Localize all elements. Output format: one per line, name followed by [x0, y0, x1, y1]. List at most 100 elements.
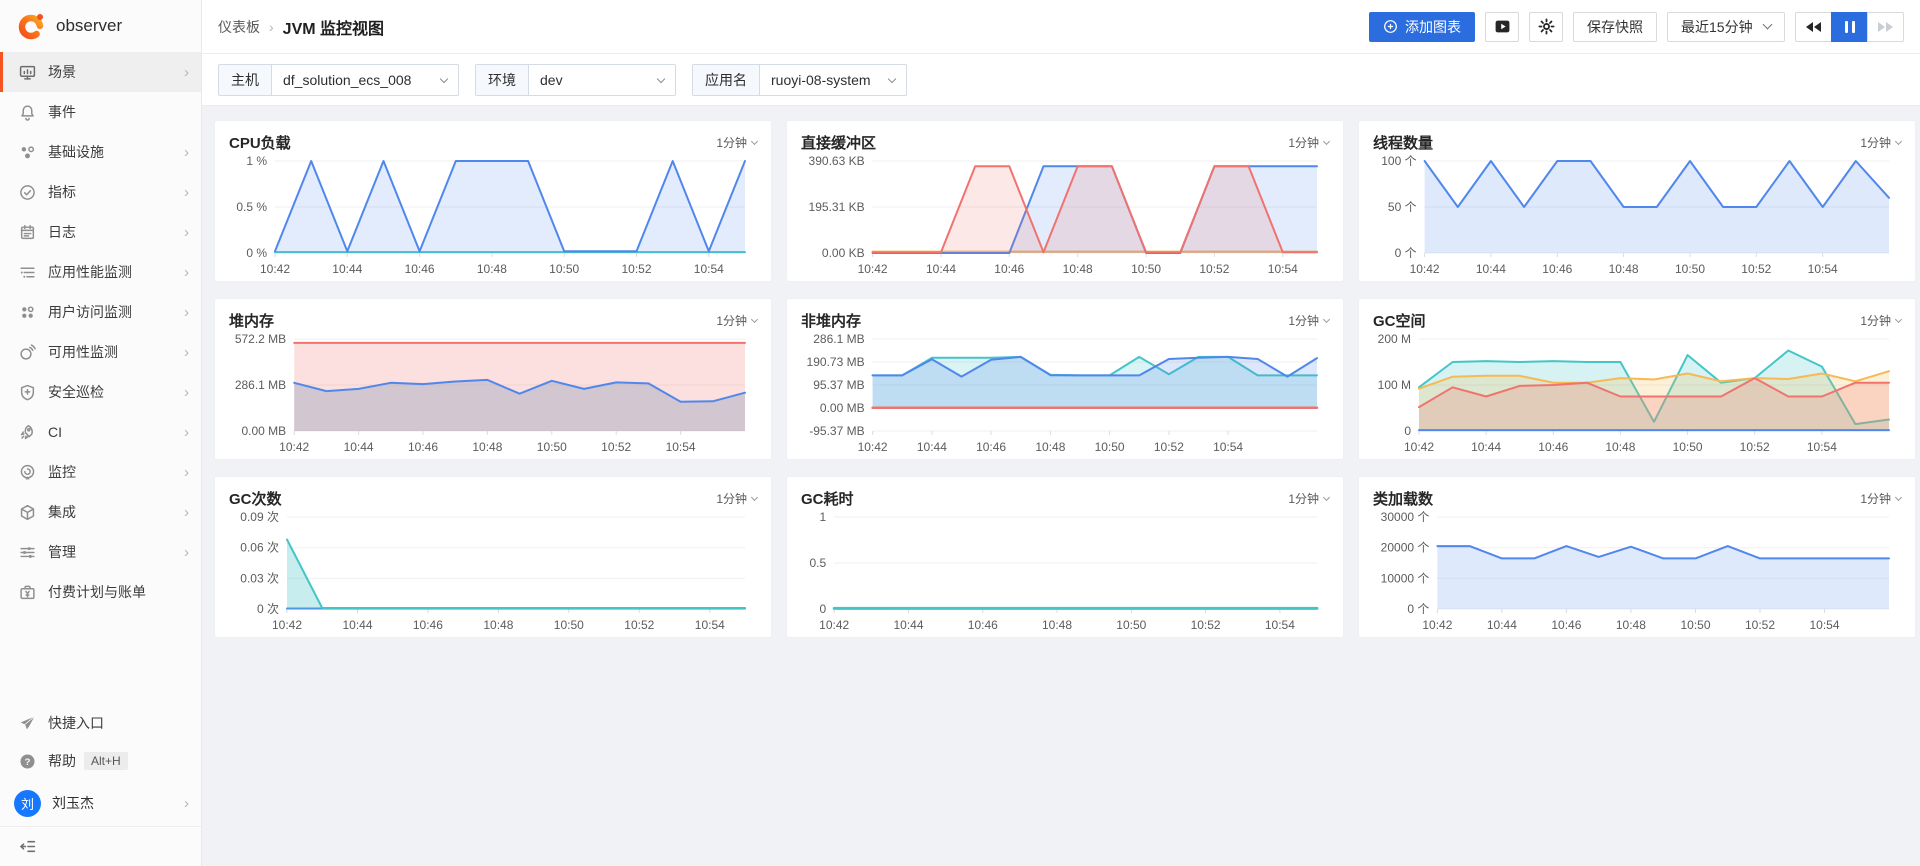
chart-interval-dropdown[interactable]: 1分钟 [1288, 312, 1329, 329]
chevron-down-icon [751, 493, 758, 500]
forward-icon [1878, 22, 1885, 32]
collapse-sidebar-button[interactable] [0, 826, 201, 866]
sidebar: observer 场景›事件基础设施›指标›日志›应用性能监测›用户访问监测›可… [0, 0, 202, 866]
chart-card-heap-memory: 堆内存1分钟572.2 MB286.1 MB0.00 MB10:4210:441… [214, 298, 772, 460]
rewind-button[interactable] [1795, 12, 1832, 42]
svg-text:95.37 MB: 95.37 MB [813, 378, 864, 392]
chart-interval-dropdown[interactable]: 1分钟 [1860, 490, 1901, 507]
chart-interval-dropdown[interactable]: 1分钟 [716, 312, 757, 329]
presentation-mode-button[interactable] [1485, 12, 1519, 42]
chart-interval-dropdown[interactable]: 1分钟 [716, 134, 757, 151]
chart-card-header: 类加载数1分钟 [1373, 486, 1901, 510]
sidebar-item-rum[interactable]: 用户访问监测› [0, 292, 201, 332]
sidebar-item-integrations[interactable]: 集成› [0, 492, 201, 532]
svg-text:0.5: 0.5 [810, 556, 827, 570]
video-play-icon [1494, 18, 1511, 35]
chart-plot-class-loaded[interactable]: 30000 个20000 个10000 个0 个10:4210:4410:461… [1373, 510, 1901, 636]
sidebar-item-apm[interactable]: 应用性能监测› [0, 252, 201, 292]
chart-plot-thread-count[interactable]: 100 个50 个0 个10:4210:4410:4610:4810:5010:… [1373, 154, 1901, 280]
pause-button[interactable] [1831, 12, 1868, 42]
chart-interval-dropdown[interactable]: 1分钟 [1860, 312, 1901, 329]
filter-select[interactable]: df_solution_ecs_008 [272, 65, 458, 95]
chart-card-gc-count: GC次数 1分钟 0.09 次0.06 次0.03 次0 次10:4210:4410… [214, 476, 772, 638]
svg-text:0 个: 0 个 [1395, 246, 1417, 260]
forward-button[interactable] [1867, 12, 1904, 42]
sidebar-item-infrastructure[interactable]: 基础设施› [0, 132, 201, 172]
chart-title: GC次数 [229, 488, 282, 509]
save-snapshot-button[interactable]: 保存快照 [1573, 12, 1657, 42]
breadcrumb-dashboards[interactable]: 仪表板 [218, 17, 260, 37]
sidebar-item-scenes[interactable]: 场景› [0, 52, 201, 92]
rewind-icon [1806, 22, 1813, 32]
chevron-right-icon: › [184, 465, 189, 480]
integrations-icon [19, 504, 36, 521]
chart-card-class-loaded: 类加载数1分钟30000 个20000 个10000 个0 个10:4210:4… [1358, 476, 1916, 638]
settings-button[interactable] [1529, 12, 1563, 42]
chart-plot-direct-buffer[interactable]: 390.63 KB195.31 KB0.00 KB10:4210:4410:46… [801, 154, 1329, 280]
chart-title: 直接缓冲区 [801, 132, 876, 153]
svg-text:10:46: 10:46 [1551, 618, 1581, 632]
time-range-dropdown[interactable]: 最近15分钟 [1667, 12, 1785, 42]
chart-grid: CPU负载1分钟1 %0.5 %0 %10:4210:4410:4610:481… [214, 120, 1908, 638]
chart-card-thread-count: 线程数量1分钟100 个50 个0 个10:4210:4410:4610:481… [1358, 120, 1916, 282]
sidebar-item-management[interactable]: 管理› [0, 532, 201, 572]
chart-card-cpu-load: CPU负载1分钟1 %0.5 %0 %10:4210:4410:4610:481… [214, 120, 772, 282]
sidebar-item-metrics[interactable]: 指标› [0, 172, 201, 212]
chart-card-gc-time: GC耗时1分钟10.5010:4210:4410:4610:4810:5010:… [786, 476, 1344, 638]
chart-interval-dropdown[interactable]: 1分钟 [1288, 134, 1329, 151]
chart-card-gc-space: GC空间1分钟200 M100 M010:4210:4410:4610:4810… [1358, 298, 1916, 460]
chevron-down-icon [1323, 315, 1330, 322]
chart-plot-gc-count[interactable]: 0.09 次0.06 次0.03 次0 次10:4210:4410:4610:4… [229, 510, 757, 636]
rum-icon [19, 304, 36, 321]
management-icon [19, 544, 36, 561]
chevron-down-icon [751, 315, 758, 322]
svg-text:10:44: 10:44 [1471, 440, 1501, 454]
sidebar-item-billing[interactable]: 付费计划与账单 [0, 572, 201, 612]
chevron-right-icon: › [184, 185, 189, 200]
chart-plot-gc-time[interactable]: 10.5010:4210:4410:4610:4810:5010:5210:54 [801, 510, 1329, 636]
svg-text:10:50: 10:50 [1680, 618, 1710, 632]
sidebar-item-events[interactable]: 事件 [0, 92, 201, 132]
svg-text:10:44: 10:44 [344, 440, 374, 454]
filter-select[interactable]: dev [529, 65, 675, 95]
svg-text:10:42: 10:42 [858, 262, 888, 276]
chevron-right-icon: › [184, 505, 189, 520]
chart-plot-cpu-load[interactable]: 1 %0.5 %0 %10:4210:4410:4610:4810:5010:5… [229, 154, 757, 280]
filter-select[interactable]: ruoyi-08-system [760, 65, 906, 95]
topbar: 仪表板 › JVM 监控视图 添加图表 [202, 0, 1920, 54]
sidebar-footer-help[interactable]: ?帮助Alt+H [0, 742, 201, 780]
chart-interval-dropdown[interactable]: 1分钟 [716, 490, 757, 507]
sidebar-item-availability[interactable]: 可用性监测› [0, 332, 201, 372]
chevron-right-icon: › [184, 345, 189, 360]
svg-text:10:50: 10:50 [1675, 262, 1705, 276]
sidebar-item-ci[interactable]: CI› [0, 412, 201, 452]
chart-interval-dropdown[interactable]: 1分钟 [1860, 134, 1901, 151]
filter-label: 主机 [219, 65, 272, 95]
user-menu[interactable]: 刘 刘玉杰 › [0, 780, 201, 826]
filter-value: ruoyi-08-system [771, 72, 871, 88]
svg-text:10:50: 10:50 [537, 440, 567, 454]
billing-icon [19, 584, 36, 601]
circle-plus-icon [1383, 19, 1398, 34]
chart-plot-non-heap-memory[interactable]: 286.1 MB190.73 MB95.37 MB0.00 MB-95.37 M… [801, 332, 1329, 458]
sidebar-item-security[interactable]: 安全巡检› [0, 372, 201, 412]
sidebar-item-monitoring[interactable]: 监控› [0, 452, 201, 492]
chart-plot-heap-memory[interactable]: 572.2 MB286.1 MB0.00 MB10:4210:4410:4610… [229, 332, 757, 458]
chevron-right-icon: › [184, 65, 189, 80]
svg-text:200 M: 200 M [1378, 332, 1411, 346]
svg-text:10:48: 10:48 [477, 262, 507, 276]
chart-interval-dropdown[interactable]: 1分钟 [1288, 490, 1329, 507]
chevron-down-icon [1763, 20, 1773, 30]
brand-name: observer [56, 16, 122, 36]
sidebar-item-logs[interactable]: 日志› [0, 212, 201, 252]
svg-text:10:48: 10:48 [1063, 262, 1093, 276]
svg-text:0 次: 0 次 [257, 602, 279, 616]
footer-item-label: 快捷入口 [48, 713, 104, 733]
add-chart-button[interactable]: 添加图表 [1369, 12, 1475, 42]
chart-plot-gc-space[interactable]: 200 M100 M010:4210:4410:4610:4810:5010:5… [1373, 332, 1901, 458]
filter-label: 环境 [476, 65, 529, 95]
apm-icon [19, 264, 36, 281]
sidebar-footer-shortcuts[interactable]: 快捷入口 [0, 704, 201, 742]
svg-text:10:48: 10:48 [483, 618, 513, 632]
svg-text:10:46: 10:46 [413, 618, 443, 632]
